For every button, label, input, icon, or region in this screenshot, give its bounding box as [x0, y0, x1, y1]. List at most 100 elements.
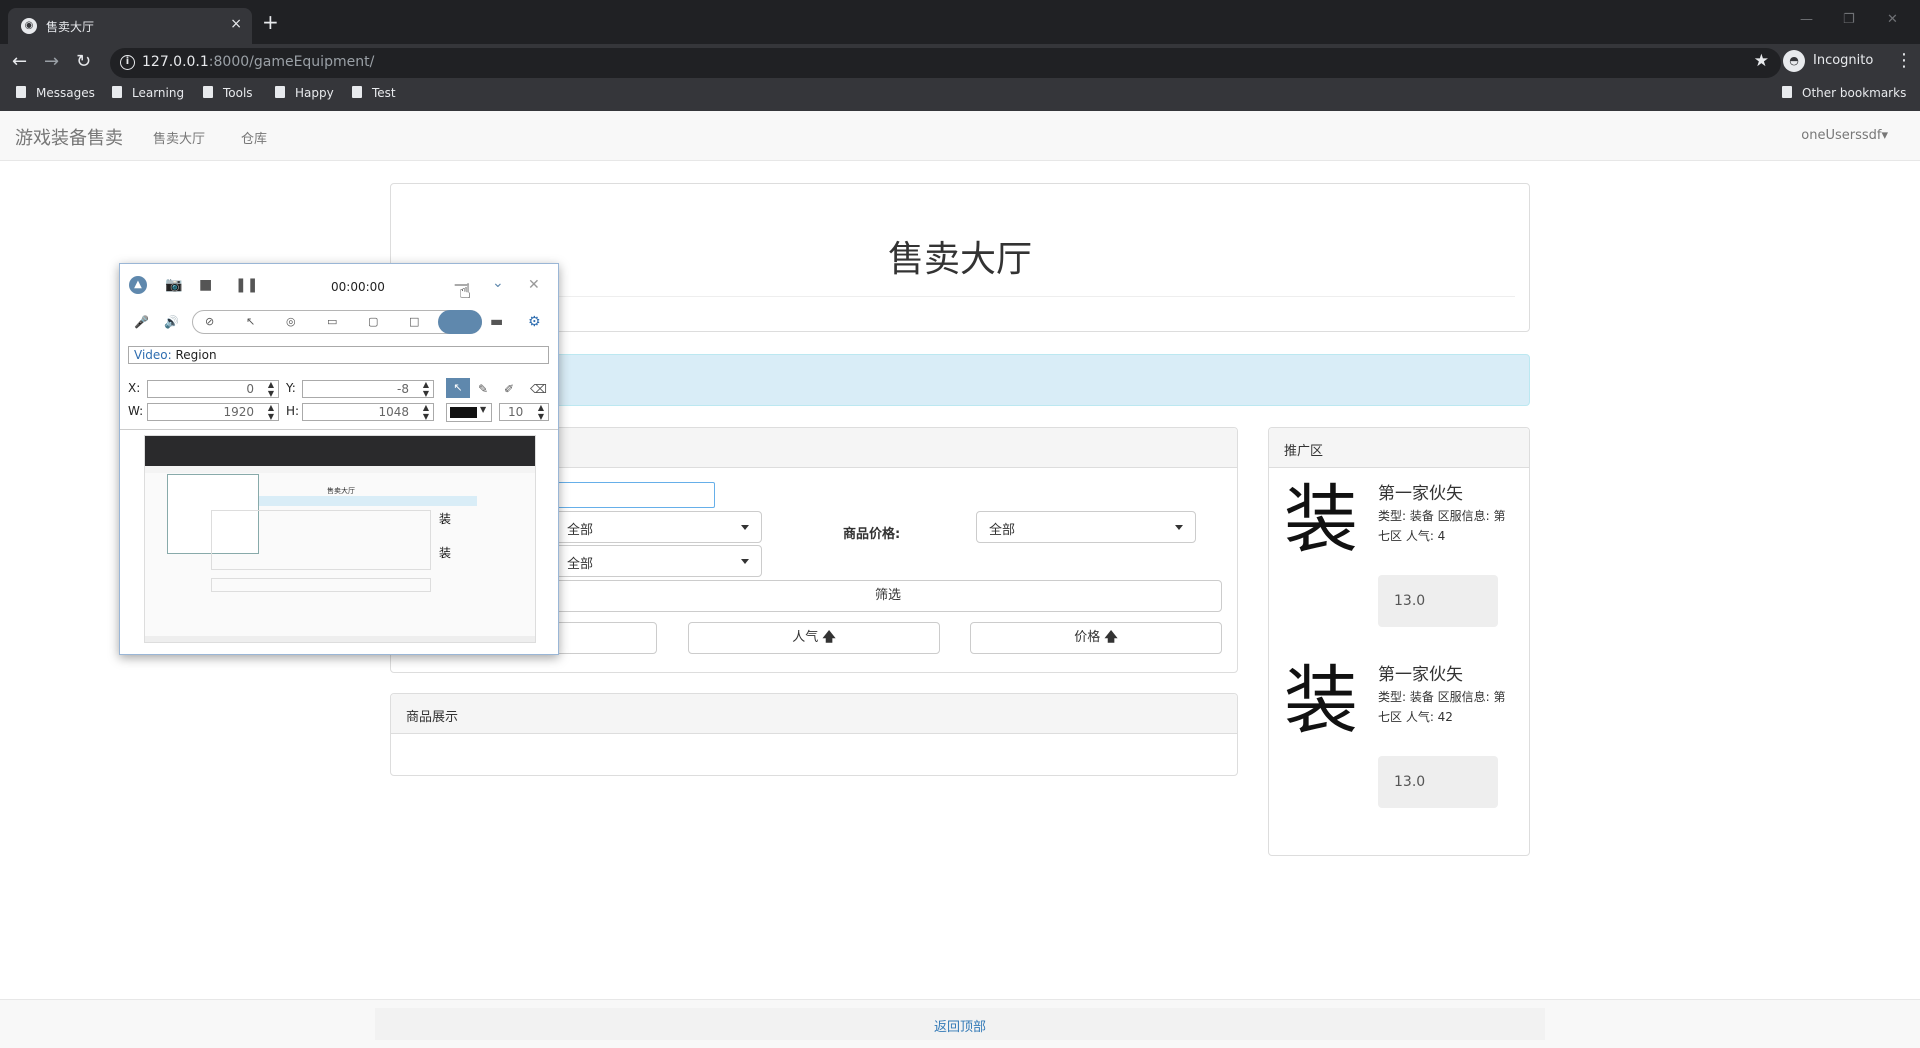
tab-strip: ◉ 售卖大厅 × + — ❐ ✕	[0, 0, 1920, 44]
product-name[interactable]: 第一家伙矢	[1378, 479, 1463, 504]
bookmark-tools[interactable]: Tools	[203, 86, 253, 100]
browser-toolbar: ← → ↻ i 127.0.0.1:8000/gameEquipment/ ★	[0, 44, 1920, 82]
title-divider	[411, 296, 1515, 297]
chevron-down-icon	[741, 525, 749, 530]
price-label: 商品价格:	[843, 527, 901, 542]
bookmark-star-icon[interactable]: ★	[1754, 51, 1769, 71]
stop-icon[interactable]: ■	[199, 276, 212, 294]
spinner-icon[interactable]: ▲ ▼	[423, 403, 429, 421]
category-select[interactable]: 全部	[554, 511, 762, 543]
site-navbar: 游戏装备售卖 售卖大厅 仓库 oneUserssdf▾	[0, 111, 1920, 161]
page-footer: 返回顶部	[0, 999, 1920, 1048]
color-swatch	[450, 407, 477, 418]
close-tab-icon[interactable]: ×	[230, 16, 242, 32]
double-chevron-down-icon[interactable]: ⌄	[492, 274, 504, 292]
bookmark-happy[interactable]: Happy	[275, 86, 334, 100]
close-icon[interactable]: ✕	[528, 276, 540, 294]
microphone-icon[interactable]: 🎤	[134, 313, 149, 331]
product-info: 类型: 装备 区服信息: 第七区 人气: 42	[1378, 690, 1506, 724]
product-price: 13.0	[1378, 756, 1498, 808]
camera-icon[interactable]: 📷	[165, 276, 182, 294]
minimize-icon[interactable]: —	[1800, 12, 1813, 27]
screen-icon[interactable]: ▢	[368, 313, 378, 331]
collapse-icon[interactable]: ▲	[129, 276, 147, 294]
info-alert	[390, 354, 1530, 406]
webcam-off-icon[interactable]: ⊘	[205, 313, 214, 331]
promo-panel: 推广区 装 第一家伙矢 类型: 装备 区服信息: 第七区 人气: 4 13.0 …	[1268, 427, 1530, 856]
spinner-icon[interactable]: ▲ ▼	[538, 403, 544, 421]
spinner-icon[interactable]: ▲ ▼	[268, 380, 274, 398]
folder-icon	[275, 86, 285, 98]
info-icon[interactable]: i	[120, 55, 135, 70]
other-bookmarks[interactable]: Other bookmarks	[1782, 86, 1906, 100]
webcam-icon[interactable]: ◎	[286, 313, 296, 331]
cursor-icon[interactable]: ↖	[246, 313, 255, 331]
x-field[interactable]: 0 ▲ ▼	[147, 380, 279, 398]
screen-recorder-window[interactable]: ▲ 📷 ■ ❚❚ 00:00:00 — ⌄ ✕ 🎤 🔊 ⊘ ↖ ◎ ▭ ▢ □ …	[119, 263, 559, 655]
sort-popularity-button[interactable]: 人气 🡅	[688, 622, 940, 654]
search-input[interactable]	[555, 482, 715, 508]
folder-icon	[16, 86, 26, 98]
width-field[interactable]: 1920 ▲ ▼	[147, 403, 279, 421]
incognito-icon: ◓	[1783, 50, 1805, 72]
pointer-tool-icon[interactable]: ↖	[446, 378, 470, 398]
restore-icon[interactable]: ❐	[1843, 12, 1855, 27]
new-tab-button[interactable]: +	[262, 12, 279, 32]
region-toggle[interactable]	[438, 310, 482, 334]
sort-price-button[interactable]: 价格 🡅	[970, 622, 1222, 654]
color-picker[interactable]: ▼	[446, 403, 492, 422]
browser-tab[interactable]: ◉ 售卖大厅 ×	[8, 8, 252, 44]
arrow-up-icon: 🡅	[1104, 630, 1118, 645]
back-icon[interactable]: ←	[12, 50, 27, 74]
line-width-field[interactable]: 10 ▲ ▼	[499, 403, 549, 421]
y-label: Y:	[286, 381, 296, 395]
thumb-product-image: 装	[439, 512, 452, 526]
speaker-icon[interactable]: 🔊	[164, 313, 179, 331]
reload-icon[interactable]: ↻	[76, 50, 91, 74]
user-dropdown[interactable]: oneUserssdf▾	[1801, 128, 1888, 143]
nav-sales-hall[interactable]: 售卖大厅	[153, 128, 205, 147]
bookmark-learning[interactable]: Learning	[112, 86, 184, 100]
thumb-chrome	[145, 436, 535, 466]
bookmark-test[interactable]: Test	[352, 86, 396, 100]
chevron-down-icon	[1175, 525, 1183, 530]
filter-button[interactable]: 筛选	[554, 580, 1222, 612]
products-panel-heading: 商品展示	[391, 694, 1237, 734]
eraser-icon[interactable]: ⌫	[530, 380, 547, 398]
folder-icon[interactable]: ▬	[490, 313, 503, 331]
tab-title: 售卖大厅	[46, 20, 95, 34]
site-brand[interactable]: 游戏装备售卖	[15, 124, 123, 150]
nav-warehouse[interactable]: 仓库	[241, 128, 267, 147]
back-to-top-link[interactable]: 返回顶部	[0, 1016, 1920, 1035]
thumb-footer	[145, 636, 535, 642]
arrow-up-icon: 🡅	[822, 630, 836, 645]
h-label: H:	[286, 404, 300, 418]
address-bar[interactable]: i 127.0.0.1:8000/gameEquipment/ ★	[110, 48, 1781, 78]
forward-icon[interactable]: →	[44, 50, 59, 74]
spinner-icon[interactable]: ▲ ▼	[423, 380, 429, 398]
chevron-down-icon	[741, 559, 749, 564]
pause-icon[interactable]: ❚❚	[235, 276, 258, 294]
spinner-icon[interactable]: ▲ ▼	[268, 403, 274, 421]
globe-icon: ◉	[21, 18, 37, 34]
divider	[120, 429, 558, 430]
video-mode-field[interactable]: Video: Region	[128, 346, 549, 364]
product-image[interactable]: 装	[1284, 480, 1358, 560]
thumb-title: 售卖大厅	[327, 487, 355, 495]
x-label: X:	[128, 381, 141, 395]
price-select[interactable]: 全部	[976, 511, 1196, 543]
product-image[interactable]: 装	[1284, 661, 1358, 741]
browser-menu-icon[interactable]: ⋮	[1895, 50, 1913, 71]
y-field[interactable]: -8 ▲ ▼	[302, 380, 434, 398]
gear-icon[interactable]: ⚙	[528, 313, 541, 331]
folder-icon	[112, 86, 122, 98]
region-icon[interactable]: □	[409, 313, 419, 331]
close-window-icon[interactable]: ✕	[1887, 12, 1898, 27]
highlighter-icon[interactable]: ✐	[504, 380, 514, 398]
height-field[interactable]: 1048 ▲ ▼	[302, 403, 434, 421]
server-select[interactable]: 全部	[554, 545, 762, 577]
window-icon[interactable]: ▭	[327, 313, 337, 331]
pen-icon[interactable]: ✎	[478, 380, 488, 398]
product-name[interactable]: 第一家伙矢	[1378, 660, 1463, 685]
bookmark-messages[interactable]: Messages	[16, 86, 95, 100]
